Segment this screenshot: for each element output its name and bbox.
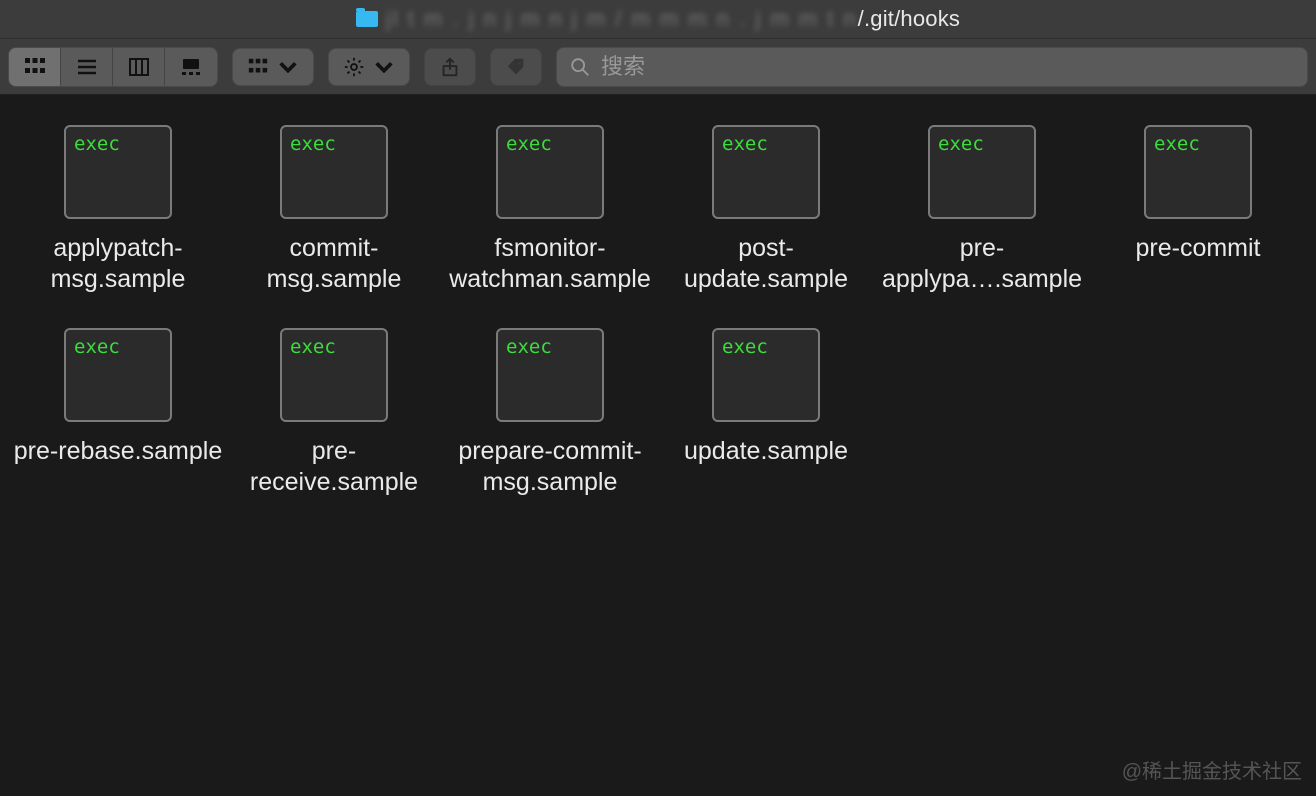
exec-file-icon: exec — [496, 328, 604, 422]
exec-file-icon: exec — [64, 125, 172, 219]
exec-file-icon: exec — [928, 125, 1036, 219]
exec-badge: exec — [722, 133, 768, 155]
file-name-label: pre-receive.sample — [229, 436, 439, 499]
search-field[interactable] — [556, 47, 1308, 87]
file-item[interactable]: exec applypatch-msg.sample — [10, 125, 226, 296]
list-icon — [75, 55, 99, 79]
arrange-icon — [247, 56, 269, 78]
file-item[interactable]: exec pre-commit — [1090, 125, 1306, 296]
view-icons-button[interactable] — [9, 48, 61, 86]
exec-badge: exec — [290, 336, 336, 358]
path-display: jl t m . j n j m n j m / m m m n . j m m… — [386, 6, 960, 32]
watermark: @稀土掘金技术社区 — [1122, 755, 1302, 784]
file-name-label: pre-applypa….sample — [877, 233, 1087, 296]
exec-badge: exec — [506, 133, 552, 155]
file-item[interactable]: exec commit-msg.sample — [226, 125, 442, 296]
file-name-label: update.sample — [684, 436, 848, 467]
exec-file-icon: exec — [280, 125, 388, 219]
file-grid: exec applypatch-msg.sample exec commit-msg.… — [0, 95, 1316, 498]
chevron-down-icon — [373, 56, 395, 78]
file-name-label: pre-commit — [1135, 233, 1260, 264]
file-name-label: fsmonitor-watchman.sample — [445, 233, 655, 296]
file-name-label: pre-rebase.sample — [14, 436, 222, 467]
exec-badge: exec — [722, 336, 768, 358]
file-name-label: commit-msg.sample — [229, 233, 439, 296]
arrange-button[interactable] — [232, 48, 314, 86]
tag-icon — [505, 56, 527, 78]
file-item[interactable]: exec update.sample — [658, 328, 874, 499]
file-name-label: prepare-commit-msg.sample — [445, 436, 655, 499]
exec-file-icon: exec — [64, 328, 172, 422]
folder-icon — [356, 11, 378, 27]
file-item[interactable]: exec pre-receive.sample — [226, 328, 442, 499]
exec-badge: exec — [1154, 133, 1200, 155]
titlebar: jl t m . j n j m n j m / m m m n . j m m… — [0, 0, 1316, 38]
file-item[interactable]: exec post-update.sample — [658, 125, 874, 296]
share-icon — [439, 56, 461, 78]
file-item[interactable]: exec pre-rebase.sample — [10, 328, 226, 499]
columns-icon — [127, 55, 151, 79]
file-item[interactable]: exec fsmonitor-watchman.sample — [442, 125, 658, 296]
exec-file-icon: exec — [712, 328, 820, 422]
action-button[interactable] — [328, 48, 410, 86]
exec-badge: exec — [74, 336, 120, 358]
file-name-label: post-update.sample — [661, 233, 871, 296]
search-input[interactable] — [601, 54, 1295, 80]
file-item[interactable]: exec pre-applypa….sample — [874, 125, 1090, 296]
exec-badge: exec — [938, 133, 984, 155]
tags-button[interactable] — [490, 48, 542, 86]
view-columns-button[interactable] — [113, 48, 165, 86]
exec-file-icon: exec — [496, 125, 604, 219]
view-list-button[interactable] — [61, 48, 113, 86]
gear-icon — [343, 56, 365, 78]
file-name-label: applypatch-msg.sample — [13, 233, 223, 296]
view-gallery-button[interactable] — [165, 48, 217, 86]
share-button[interactable] — [424, 48, 476, 86]
view-mode-group — [8, 47, 218, 87]
file-item[interactable]: exec prepare-commit-msg.sample — [442, 328, 658, 499]
search-icon — [569, 56, 591, 78]
toolbar — [0, 38, 1316, 95]
chevron-down-icon — [277, 56, 299, 78]
exec-badge: exec — [290, 133, 336, 155]
exec-file-icon: exec — [712, 125, 820, 219]
grid-icon — [23, 55, 47, 79]
gallery-icon — [179, 55, 203, 79]
exec-file-icon: exec — [1144, 125, 1252, 219]
exec-file-icon: exec — [280, 328, 388, 422]
exec-badge: exec — [74, 133, 120, 155]
exec-badge: exec — [506, 336, 552, 358]
